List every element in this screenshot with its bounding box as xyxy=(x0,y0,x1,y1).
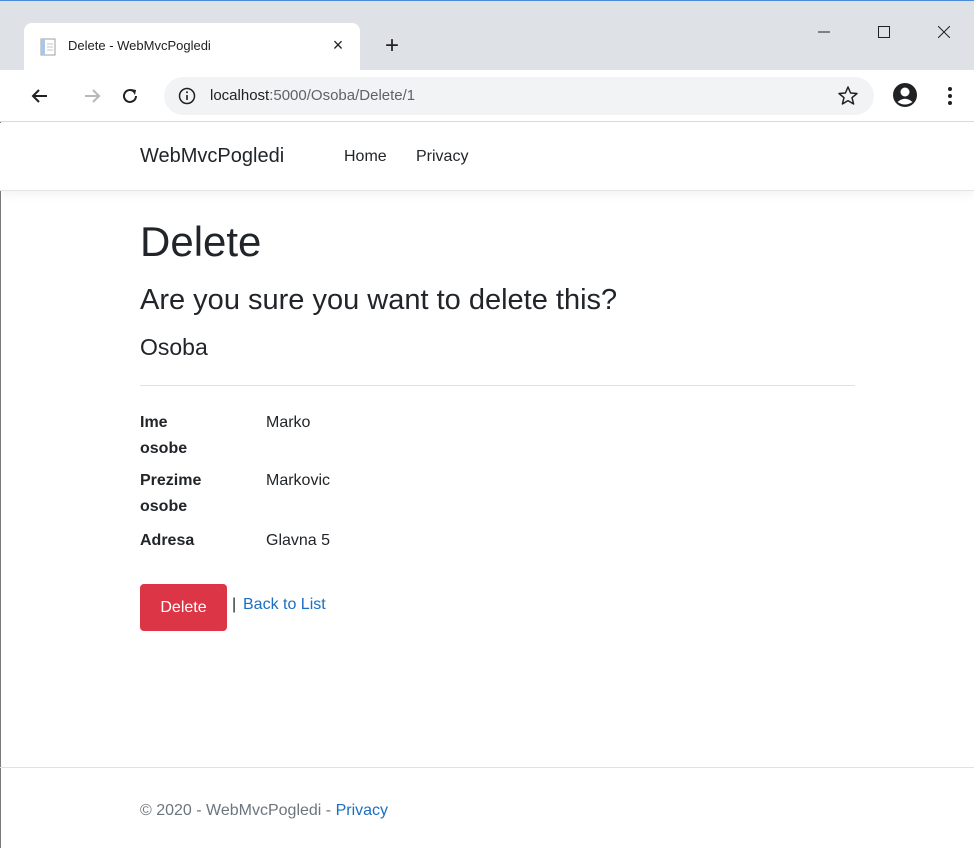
back-to-list-link[interactable]: Back to List xyxy=(243,596,326,614)
delete-button[interactable]: Delete xyxy=(140,584,227,631)
nav-link-home[interactable]: Home xyxy=(344,148,387,166)
browser-titlebar: Delete - WebMvcPogledi × + xyxy=(0,0,974,71)
reload-icon[interactable] xyxy=(116,82,144,110)
star-icon[interactable] xyxy=(836,84,860,108)
kebab-menu-icon[interactable] xyxy=(940,84,960,108)
profile-icon[interactable] xyxy=(892,82,918,108)
url-host: localhost xyxy=(210,87,270,104)
nav-link-privacy[interactable]: Privacy xyxy=(416,148,468,166)
forward-arrow-icon[interactable] xyxy=(78,82,106,110)
footer-privacy-link[interactable]: Privacy xyxy=(336,802,388,819)
page-title: Delete xyxy=(140,218,262,265)
back-arrow-icon[interactable] xyxy=(26,82,54,110)
url-text[interactable]: localhost:5000/Osoba/Delete/1 xyxy=(210,87,415,104)
browser-toolbar: localhost:5000/Osoba/Delete/1 xyxy=(0,70,974,122)
entity-heading: Osoba xyxy=(140,334,208,360)
browser-tab[interactable]: Delete - WebMvcPogledi × xyxy=(24,23,360,71)
address-bar[interactable]: localhost:5000/Osoba/Delete/1 xyxy=(164,77,874,115)
footer-text: © 2020 - WebMvcPogledi - Privacy xyxy=(140,802,388,820)
divider xyxy=(140,385,855,386)
footer-copyright: © 2020 - WebMvcPogledi - xyxy=(140,802,336,819)
tab-title: Delete - WebMvcPogledi xyxy=(68,38,211,53)
site-footer: © 2020 - WebMvcPogledi - Privacy xyxy=(0,767,974,848)
confirm-question: Are you sure you want to delete this? xyxy=(140,284,618,316)
field-label-prezime: Prezime osobe xyxy=(140,468,230,520)
minimize-icon[interactable] xyxy=(794,1,854,63)
info-icon[interactable] xyxy=(178,87,196,105)
field-label-line: Prezime xyxy=(140,472,202,489)
field-label-line: osobe xyxy=(140,440,188,457)
field-value-adresa: Glavna 5 xyxy=(266,532,331,549)
close-icon[interactable] xyxy=(914,1,974,63)
new-tab-button[interactable]: + xyxy=(378,33,406,61)
separator: | xyxy=(232,596,237,613)
tab-close-icon[interactable]: × xyxy=(328,35,348,55)
file-favicon-icon xyxy=(40,38,56,56)
field-label-line: osobe xyxy=(140,498,188,515)
field-label-adresa: Adresa xyxy=(140,528,230,554)
field-value-prezime: Markovic xyxy=(266,472,331,489)
navbar-brand[interactable]: WebMvcPogledi xyxy=(140,145,284,168)
field-label-ime: Ime osobe xyxy=(140,410,230,462)
maximize-icon[interactable] xyxy=(854,1,914,63)
url-path: :5000/Osoba/Delete/1 xyxy=(269,87,416,104)
site-navbar: WebMvcPogledi Home Privacy xyxy=(0,123,974,191)
field-value-ime: Marko xyxy=(266,414,311,431)
field-label-line: Adresa xyxy=(140,532,195,549)
field-label-line: Ime xyxy=(140,414,168,431)
